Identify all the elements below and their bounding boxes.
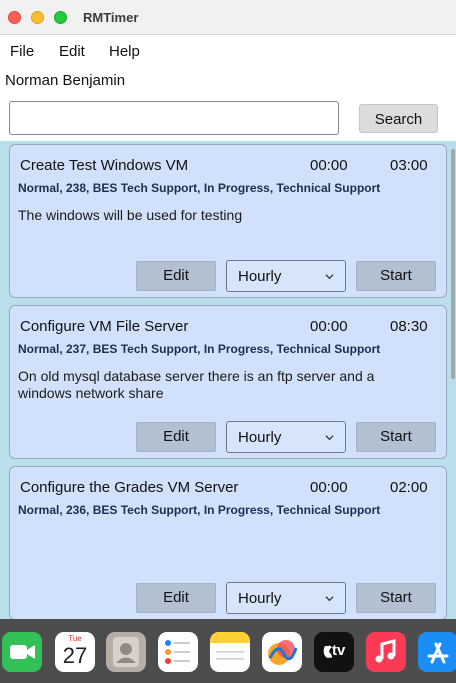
task-total-time: 08:30 xyxy=(390,318,428,335)
calendar-icon[interactable]: Tue 27 xyxy=(55,632,95,672)
calendar-day: 27 xyxy=(62,643,88,668)
facetime-icon[interactable] xyxy=(2,632,42,672)
search-button[interactable]: Search xyxy=(359,104,438,133)
apple-tv-icon[interactable]: tv xyxy=(314,632,354,672)
start-button[interactable]: Start xyxy=(356,583,436,613)
task-card: Configure VM File Server 00:00 08:30 Nor… xyxy=(9,305,447,459)
start-button[interactable]: Start xyxy=(356,261,436,291)
menu-bar: File Edit Help xyxy=(0,35,456,65)
interval-value: Hourly xyxy=(238,268,282,285)
task-meta: Normal, 238, BES Tech Support, In Progre… xyxy=(18,181,381,195)
interval-select[interactable]: Hourly xyxy=(226,260,346,292)
chevron-down-icon xyxy=(325,274,334,280)
task-description: On old mysql database server there is an… xyxy=(18,368,375,401)
freeform-icon[interactable] xyxy=(262,632,302,672)
task-elapsed-time: 00:00 xyxy=(310,157,348,174)
menu-file[interactable]: File xyxy=(10,43,34,60)
edit-button[interactable]: Edit xyxy=(136,583,216,613)
reminders-icon[interactable] xyxy=(158,632,198,672)
calendar-month: Tue xyxy=(68,634,82,643)
music-icon[interactable] xyxy=(366,632,406,672)
edit-button[interactable]: Edit xyxy=(136,261,216,291)
title-bar: RMTimer xyxy=(0,0,456,35)
task-description: The windows will be used for testing xyxy=(18,207,243,223)
task-meta: Normal, 236, BES Tech Support, In Progre… xyxy=(18,503,381,517)
interval-select[interactable]: Hourly xyxy=(226,582,346,614)
start-button[interactable]: Start xyxy=(356,422,436,452)
task-card: Configure the Grades VM Server 00:00 02:… xyxy=(9,466,447,619)
maximize-window-button[interactable] xyxy=(54,11,67,24)
interval-value: Hourly xyxy=(238,429,282,446)
edit-button[interactable]: Edit xyxy=(136,422,216,452)
task-title: Create Test Windows VM xyxy=(20,157,189,174)
task-card: Create Test Windows VM 00:00 03:00 Norma… xyxy=(9,144,447,298)
user-name: Norman Benjamin xyxy=(5,72,126,89)
menu-help[interactable]: Help xyxy=(109,43,140,60)
task-elapsed-time: 00:00 xyxy=(310,318,348,335)
minimize-window-button[interactable] xyxy=(31,11,44,24)
task-meta: Normal, 237, BES Tech Support, In Progre… xyxy=(18,342,381,356)
interval-value: Hourly xyxy=(238,590,282,607)
close-window-button[interactable] xyxy=(8,11,21,24)
interval-select[interactable]: Hourly xyxy=(226,421,346,453)
task-elapsed-time: 00:00 xyxy=(310,479,348,496)
list-scrollbar[interactable] xyxy=(451,149,455,379)
notes-icon[interactable] xyxy=(210,632,250,672)
task-total-time: 03:00 xyxy=(390,157,428,174)
window-title: RMTimer xyxy=(83,10,139,25)
task-list[interactable]: Create Test Windows VM 00:00 03:00 Norma… xyxy=(0,141,456,619)
chevron-down-icon xyxy=(325,596,334,602)
task-title: Configure the Grades VM Server xyxy=(20,479,239,496)
chevron-down-icon xyxy=(325,435,334,441)
task-total-time: 02:00 xyxy=(390,479,428,496)
contacts-icon[interactable] xyxy=(106,632,146,672)
app-store-icon[interactable] xyxy=(418,632,456,672)
dock: Tue 27 tv xyxy=(0,619,456,683)
search-input[interactable] xyxy=(9,101,339,135)
task-title: Configure VM File Server xyxy=(20,318,189,335)
menu-edit[interactable]: Edit xyxy=(59,43,85,60)
